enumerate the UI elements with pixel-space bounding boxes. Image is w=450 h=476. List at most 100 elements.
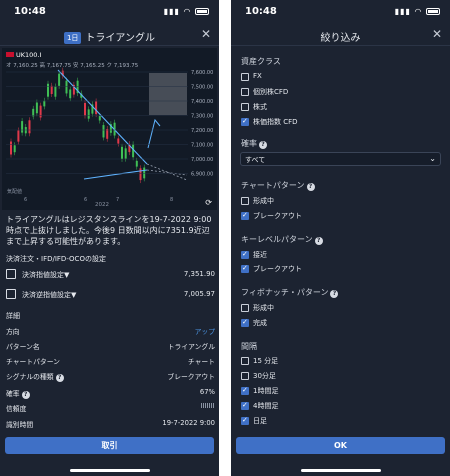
- take-profit-row[interactable]: 決済指値設定▼ 7,351.90: [6, 268, 215, 282]
- checkbox-label: 形成中: [253, 304, 274, 312]
- interval-badge: 1日: [63, 32, 82, 44]
- stop-loss-checkbox[interactable]: [6, 289, 16, 299]
- detail-key: 信頼度: [6, 405, 27, 413]
- checkbox[interactable]: [241, 88, 249, 96]
- probability-title: 確率?: [241, 138, 267, 149]
- order-section-title: 決済注文・IFD/IFD-OCOの設定: [6, 255, 106, 263]
- checkbox-label: FX: [253, 72, 262, 80]
- help-icon[interactable]: ?: [314, 237, 323, 245]
- checkbox-label: 4時間足: [253, 402, 279, 410]
- stop-loss-label[interactable]: 決済逆指値設定▼: [22, 290, 76, 300]
- checkbox-checked[interactable]: [241, 211, 249, 220]
- checkbox-label: 1時間足: [253, 387, 279, 395]
- x-tick-label: 6: [84, 197, 87, 203]
- section-text: キーレベルパターン: [241, 235, 313, 244]
- chevron-down-icon: ⌄: [429, 154, 436, 163]
- direction-value: アップ: [194, 328, 215, 336]
- checkbox[interactable]: [241, 372, 249, 380]
- resistance-projection: [146, 163, 188, 181]
- stop-loss-row[interactable]: 決済逆指値設定▼ 7,005.97: [6, 288, 215, 302]
- checkbox-checked[interactable]: [241, 117, 249, 126]
- checkbox[interactable]: [241, 103, 249, 111]
- y-tick-label: 6,900.00: [191, 172, 213, 178]
- interval-title: 間隔: [241, 342, 257, 351]
- support-projection: [146, 169, 188, 176]
- pattern-name: トライアングル: [85, 33, 156, 44]
- checkbox-checked[interactable]: [241, 386, 249, 395]
- close-icon[interactable]: ✕: [201, 27, 211, 41]
- detail-key: 識別時間: [6, 421, 34, 429]
- candle: [69, 89, 72, 99]
- checkbox-checked[interactable]: [241, 401, 249, 410]
- detail-row-confidence: 信頼度: [6, 402, 215, 416]
- take-profit-value: 7,351.90: [183, 270, 215, 278]
- checkbox-label: 接近: [253, 251, 267, 259]
- detail-row-time: 識別時間 19-7-2022 9:00: [6, 418, 215, 432]
- y-tick-label: 7,400.00: [191, 99, 213, 105]
- help-icon[interactable]: ?: [21, 391, 30, 399]
- confidence-icon: [201, 403, 215, 408]
- detail-row-direction: 方向 アップ: [6, 325, 215, 339]
- target-zone: [149, 73, 187, 115]
- confidence-bars: [201, 403, 215, 411]
- checkbox[interactable]: [241, 357, 249, 365]
- candle: [139, 168, 142, 181]
- checkbox[interactable]: [241, 73, 249, 81]
- chart-footnote: 気配値: [7, 189, 23, 195]
- detail-value: チャート: [187, 358, 215, 366]
- candle: [32, 108, 35, 117]
- candle: [65, 80, 68, 94]
- detail-row-pattern: パターン名 トライアングル: [6, 340, 215, 354]
- probability-text: 確率: [241, 139, 257, 148]
- details-title: 詳細: [6, 312, 20, 320]
- x-tick-label: 8: [170, 197, 173, 203]
- checkbox-label: 30分足: [253, 372, 276, 380]
- candle: [87, 109, 90, 119]
- price-chart[interactable]: UK100.I オ 7,160.25 高 7,167.75 安 7,165.25…: [2, 48, 217, 210]
- y-tick-label: 7,600.00: [191, 70, 213, 76]
- pattern-description: トライアングルはレジスタンスラインを19-7-2022 9:00時点で上抜けしま…: [6, 215, 212, 247]
- checkbox-checked[interactable]: [241, 250, 249, 259]
- help-icon[interactable]: ?: [306, 183, 315, 191]
- trade-button[interactable]: 取引: [5, 437, 214, 454]
- checkbox-label: 日足: [253, 417, 267, 425]
- checkbox-label: 株価指数 CFD: [253, 118, 298, 126]
- detail-key: 方向: [6, 328, 20, 336]
- checkbox-label: 個別株CFD: [253, 88, 289, 96]
- checkbox[interactable]: [241, 304, 249, 312]
- y-tick-label: 7,100.00: [191, 143, 213, 149]
- help-icon[interactable]: ?: [55, 374, 64, 382]
- checkbox-label: 株式: [253, 103, 267, 111]
- checkbox-checked[interactable]: [241, 318, 249, 327]
- status-bar: 10:48 ▮▮▮ ◠: [0, 0, 219, 24]
- probability-key-text: 確率: [6, 390, 20, 398]
- detail-key: チャートパターン: [6, 358, 60, 366]
- pattern-header: 1日 トライアングル ✕: [0, 24, 219, 46]
- help-icon[interactable]: ?: [259, 141, 267, 149]
- filter-header: 絞り込み ✕: [231, 24, 450, 46]
- ok-button[interactable]: OK: [236, 437, 445, 454]
- candle: [102, 125, 105, 138]
- probability-select[interactable]: すべて ⌄: [240, 152, 441, 166]
- checkbox-checked[interactable]: [241, 416, 249, 425]
- help-icon[interactable]: ?: [330, 290, 339, 298]
- candle: [117, 138, 120, 144]
- refresh-icon[interactable]: ⟳: [205, 198, 212, 207]
- candle: [84, 103, 86, 116]
- checkbox-label: 形成中: [253, 197, 274, 205]
- candle: [106, 128, 109, 139]
- checkbox-checked[interactable]: [241, 264, 249, 273]
- checkbox-label: 完成: [253, 319, 267, 327]
- breakout-arrow: [147, 118, 161, 149]
- x-tick-label: 7: [116, 197, 119, 203]
- status-time: 10:48: [14, 6, 46, 17]
- candle: [121, 146, 123, 159]
- section-text: フィボナッチ・パターン: [241, 288, 329, 297]
- close-icon[interactable]: ✕: [432, 27, 442, 41]
- checkbox[interactable]: [241, 197, 249, 205]
- checkbox-label: 15 分足: [253, 357, 279, 365]
- take-profit-checkbox[interactable]: [6, 269, 16, 279]
- take-profit-label[interactable]: 決済指値設定▼: [22, 270, 69, 280]
- detail-value: トライアングル: [167, 343, 215, 351]
- detail-key: 確率?: [6, 388, 30, 399]
